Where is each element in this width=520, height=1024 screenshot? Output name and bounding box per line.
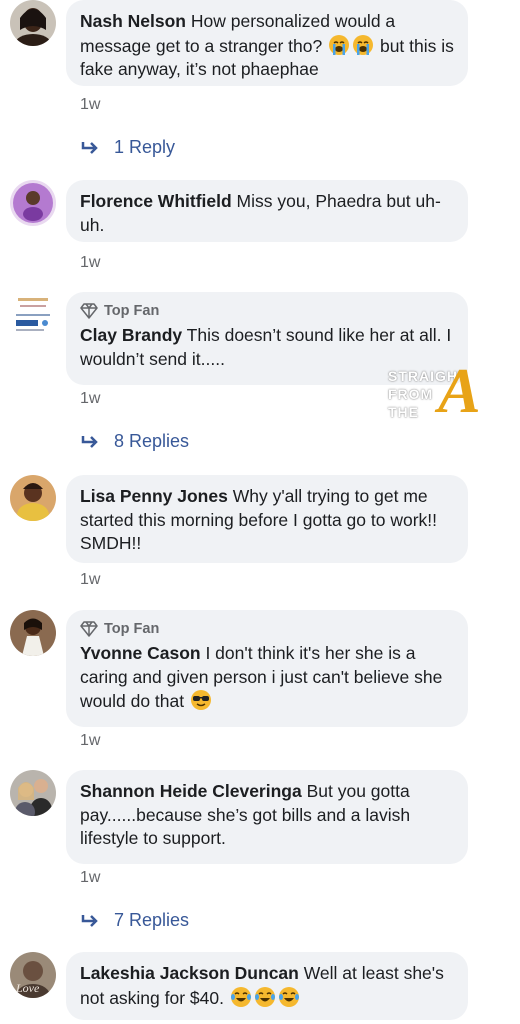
top-fan-label: Top Fan — [104, 303, 160, 319]
comment-time[interactable]: 1w — [80, 96, 100, 114]
tears-of-joy-face-icon — [254, 986, 275, 1007]
comment-author[interactable]: Lakeshia Jackson Duncan — [80, 963, 299, 983]
view-replies-link[interactable]: 7 Replies — [80, 910, 189, 931]
top-fan-label: Top Fan — [104, 621, 160, 637]
tears-of-joy-face-icon — [230, 986, 251, 1007]
comment-author[interactable]: Clay Brandy — [80, 325, 182, 345]
comment-time[interactable]: 1w — [80, 869, 100, 887]
watermark-text-from: FROM — [388, 386, 434, 402]
comment-author[interactable]: Lisa Penny Jones — [80, 486, 228, 506]
reply-arrow-icon — [81, 141, 98, 154]
avatar[interactable] — [10, 770, 56, 816]
comment-time[interactable]: 1w — [80, 732, 100, 750]
diamond-icon — [80, 303, 98, 319]
avatar[interactable] — [10, 292, 56, 338]
comment-time[interactable]: 1w — [80, 390, 100, 408]
avatar[interactable] — [10, 0, 56, 46]
svg-text:Love: Love — [15, 981, 40, 995]
comment-author[interactable]: Nash Nelson — [80, 11, 186, 31]
comment-bubble: Lakeshia Jackson Duncan Well at least sh… — [66, 952, 468, 1020]
top-fan-badge: Top Fan — [80, 620, 454, 638]
replies-label[interactable]: 8 Replies — [114, 431, 189, 452]
view-replies-link[interactable]: 8 Replies — [80, 431, 189, 452]
replies-label[interactable]: 1 Reply — [114, 137, 175, 158]
comment-bubble: Top Fan Yvonne Cason I don't think it's … — [66, 610, 468, 727]
comment-bubble: Florence Whitfield Miss you, Phaedra but… — [66, 180, 468, 242]
comment-bubble: Nash Nelson How personalized would a mes… — [66, 0, 468, 86]
watermark-logo: STRAIGHT FROM THE A — [380, 356, 510, 432]
comment-author[interactable]: Shannon Heide Cleveringa — [80, 781, 302, 801]
reply-arrow-icon — [81, 914, 98, 927]
sunglasses-face-icon — [190, 690, 211, 710]
comment-time[interactable]: 1w — [80, 254, 100, 272]
diamond-icon — [80, 621, 98, 637]
top-fan-badge: Top Fan — [80, 302, 454, 320]
view-replies-link[interactable]: 1 Reply — [80, 137, 175, 158]
watermark-letter-a: A — [438, 355, 481, 426]
loudly-crying-face-icon — [353, 34, 374, 55]
replies-label[interactable]: 7 Replies — [114, 910, 189, 931]
loudly-crying-face-icon — [329, 34, 350, 55]
comment-author[interactable]: Florence Whitfield — [80, 191, 232, 211]
tears-of-joy-face-icon — [278, 986, 299, 1007]
avatar[interactable]: Love — [10, 952, 56, 998]
watermark-text-the: THE — [388, 404, 419, 420]
comment-bubble: Lisa Penny Jones Why y'all trying to get… — [66, 475, 468, 563]
avatar[interactable] — [10, 610, 56, 656]
comment-bubble: Shannon Heide Cleveringa But you gotta p… — [66, 770, 468, 864]
comment-time[interactable]: 1w — [80, 571, 100, 589]
avatar[interactable] — [10, 475, 56, 521]
avatar[interactable] — [10, 180, 56, 226]
reply-arrow-icon — [81, 435, 98, 448]
comment-author[interactable]: Yvonne Cason — [80, 643, 201, 663]
